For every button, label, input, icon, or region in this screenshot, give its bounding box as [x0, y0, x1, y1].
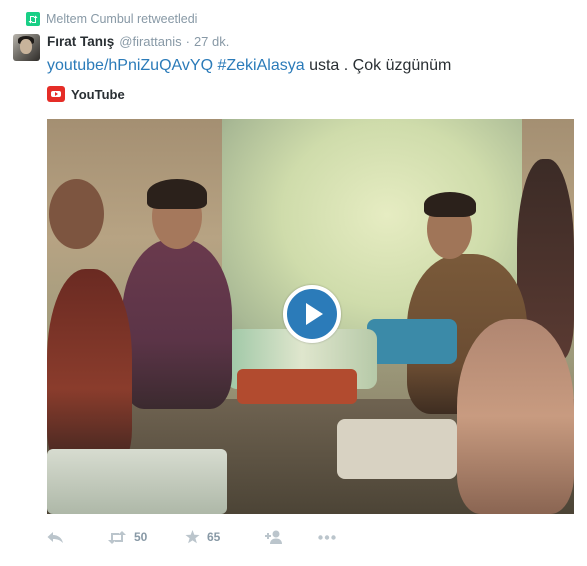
favorite-count: 65 — [207, 530, 221, 544]
reply-icon — [47, 531, 64, 544]
avatar[interactable] — [13, 34, 40, 61]
card-source[interactable]: YouTube — [47, 85, 125, 103]
retweet-icon — [26, 12, 40, 26]
tweet-header: Fırat Tanış @firattanis · 27 dk. — [47, 34, 229, 52]
author-display-name[interactable]: Fırat Tanış — [47, 34, 114, 49]
more-icon — [318, 534, 336, 540]
play-icon — [305, 303, 323, 325]
tweet-actions: 50 65 — [47, 526, 348, 548]
tweet-hashtag[interactable]: #ZekiAlasya — [217, 57, 304, 74]
more-button[interactable] — [318, 526, 348, 548]
retweet-icon — [107, 530, 127, 544]
star-icon — [185, 530, 200, 544]
author-username[interactable]: @firattanis — [119, 34, 181, 49]
retweet-count: 50 — [134, 530, 148, 544]
follow-button[interactable] — [263, 526, 318, 548]
add-user-icon — [263, 530, 283, 544]
retweet-context-label[interactable]: Meltem Cumbul retweetledi — [46, 12, 197, 26]
play-button[interactable] — [283, 285, 341, 343]
tweet-link[interactable]: youtube/hPniZuQAvYQ — [47, 57, 213, 74]
retweet-context: Meltem Cumbul retweetledi — [26, 9, 197, 29]
reply-button[interactable] — [47, 526, 107, 548]
youtube-logo-icon — [47, 86, 65, 102]
retweet-button[interactable]: 50 — [107, 526, 185, 548]
tweet-timestamp[interactable]: 27 dk. — [194, 34, 229, 49]
video-player[interactable] — [47, 119, 574, 514]
tweet-text: youtube/hPniZuQAvYQ #ZekiAlasya usta . Ç… — [47, 55, 451, 77]
favorite-button[interactable]: 65 — [185, 526, 263, 548]
card-source-label: YouTube — [71, 86, 125, 102]
header-separator: · — [185, 34, 190, 49]
tweet-body: usta . Çok üzgünüm — [304, 57, 452, 74]
